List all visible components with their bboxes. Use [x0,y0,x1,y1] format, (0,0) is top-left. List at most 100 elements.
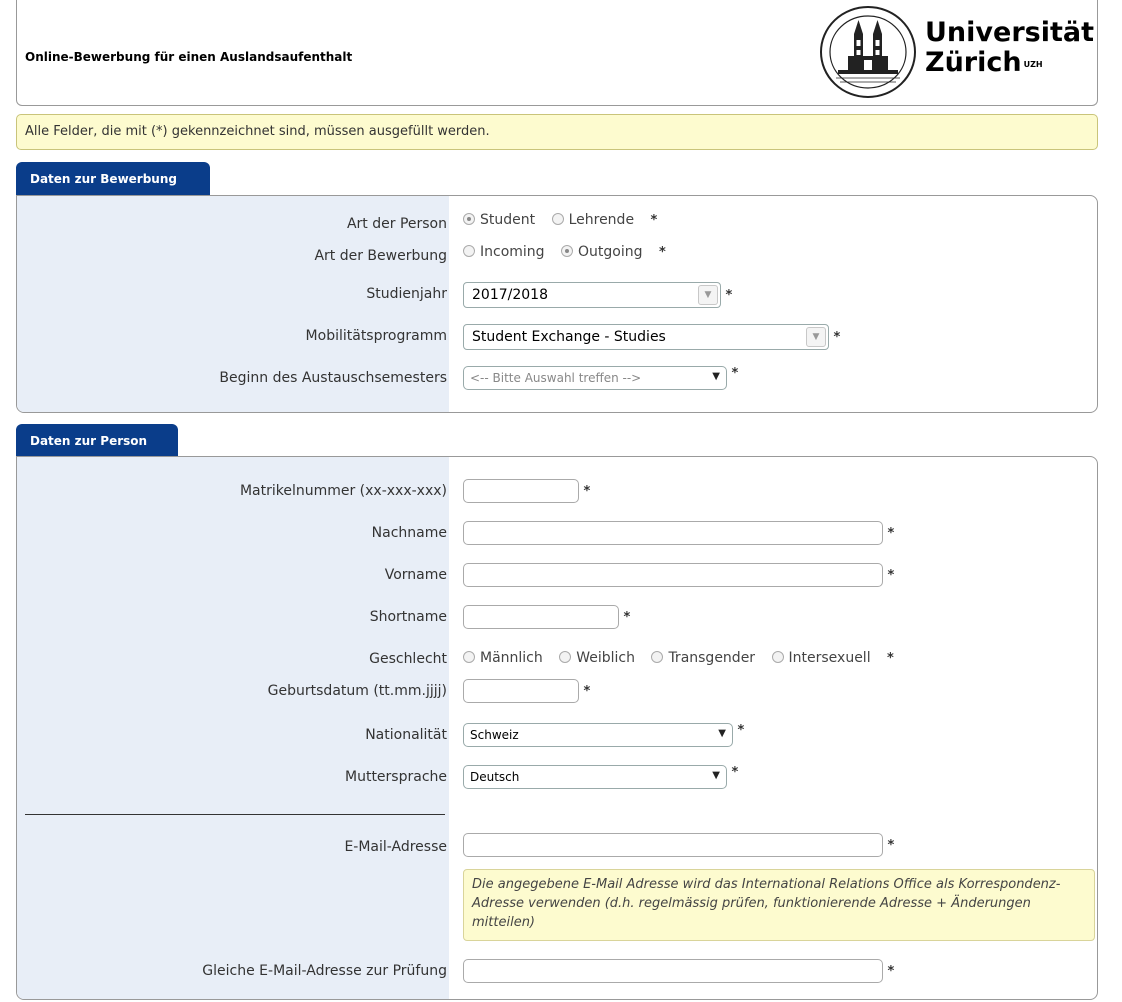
radio-group-art-person: Student Lehrende * [463,212,657,238]
mobilitaetsprogramm-value: Student Exchange - Studies [472,329,666,345]
radio-icon[interactable] [463,245,475,257]
page-title: Online-Bewerbung für einen Auslandsaufen… [25,50,353,64]
required-marker: * [650,213,658,228]
row-muttersprache: Muttersprache Deutsch ▼ * [17,765,1097,791]
panel-bewerbung: Art der Person Student Lehrende * Art de… [16,195,1098,413]
chevron-down-icon[interactable]: ▼ [712,770,720,781]
muttersprache-select[interactable]: Deutsch ▼ [463,765,727,789]
label-geburtsdatum: Geburtsdatum (tt.mm.jjjj) [267,683,447,699]
row-art-bewerbung: Art der Bewerbung Incoming Outgoing * [17,244,1097,270]
radio-icon[interactable] [651,651,664,663]
label-matrikel: Matrikelnummer (xx-xxx-xxx) [239,483,447,499]
radio-icon[interactable] [551,213,564,225]
label-email-confirm: Gleiche E-Mail-Adresse zur Prüfung [202,963,447,979]
nationalitaet-select[interactable]: Schweiz ▼ [463,723,733,747]
label-studienjahr: Studienjahr [366,286,447,302]
radio-icon[interactable] [463,651,475,663]
radio-outgoing-label: Outgoing [578,244,643,260]
field-shortname: * [463,605,630,631]
required-marker: * [887,838,895,853]
field-studienjahr: 2017/2018 ▼ * [463,282,732,308]
radio-student[interactable]: Student [463,212,535,228]
label-vorname: Vorname [384,567,447,583]
label-nachname: Nachname [371,525,447,541]
shortname-input[interactable] [463,605,619,629]
row-email: E-Mail-Adresse * [17,833,1097,859]
row-shortname: Shortname * [17,605,1097,631]
required-marker: * [887,964,895,979]
row-nachname: Nachname * [17,521,1097,547]
field-nationalitaet: Schweiz ▼ * [463,723,744,749]
required-marker: * [887,651,894,666]
field-mobilitaetsprogramm: Student Exchange - Studies ▼ * [463,324,840,350]
required-marker: * [731,366,739,381]
required-marker: * [583,684,591,699]
row-nationalitaet: Nationalität Schweiz ▼ * [17,723,1097,749]
label-email: E-Mail-Adresse [344,839,447,855]
radio-transgender[interactable]: Transgender [651,650,755,666]
radio-icon[interactable] [463,213,475,225]
chevron-down-icon[interactable]: ▼ [698,285,718,305]
label-shortname: Shortname [369,609,447,625]
label-beginn: Beginn des Austauschsemesters [219,370,447,386]
row-beginn: Beginn des Austauschsemesters <-- Bitte … [17,366,1097,392]
required-marker: * [887,568,895,583]
beginn-placeholder: <-- Bitte Auswahl treffen --> [470,371,642,385]
chevron-down-icon[interactable]: ▼ [718,728,726,739]
label-art-person: Art der Person [346,216,447,232]
label-muttersprache: Muttersprache [345,769,447,785]
radio-maennlich[interactable]: Männlich [463,650,543,666]
radio-icon[interactable] [559,651,572,663]
university-seal-icon [820,6,916,98]
muttersprache-value: Deutsch [470,770,520,784]
field-beginn: <-- Bitte Auswahl treffen --> ▼ * [463,366,738,392]
field-nachname: * [463,521,894,547]
label-mobilitaetsprogramm: Mobilitätsprogramm [305,328,447,344]
logo-sup: UZH [1023,60,1043,69]
geburtsdatum-input[interactable] [463,679,579,703]
email-input[interactable] [463,833,883,857]
required-marker: * [731,765,739,780]
radio-incoming-label: Incoming [480,244,545,260]
radio-icon[interactable] [561,245,574,257]
chevron-down-icon[interactable]: ▼ [712,371,720,382]
field-email-confirm: * [463,959,894,985]
chevron-down-icon[interactable]: ▼ [806,327,826,347]
email-confirm-input[interactable] [463,959,883,983]
tab-daten-zur-person: Daten zur Person [16,424,178,458]
logo-line2: Zürich UZH [925,48,1094,78]
row-matrikel: Matrikelnummer (xx-xxx-xxx) * [17,479,1097,505]
field-email: * [463,833,894,859]
mobilitaetsprogramm-select[interactable]: Student Exchange - Studies ▼ [463,324,829,350]
field-vorname: * [463,563,894,589]
label-art-bewerbung: Art der Bewerbung [314,248,447,264]
vorname-input[interactable] [463,563,883,587]
required-marker: * [623,610,631,625]
radio-incoming[interactable]: Incoming [463,244,545,260]
row-geschlecht: Geschlecht Männlich Weiblich Transgender… [17,647,1097,673]
nachname-input[interactable] [463,521,883,545]
required-fields-notice: Alle Felder, die mit (*) gekennzeichnet … [16,114,1098,150]
row-mobilitaetsprogramm: Mobilitätsprogramm Student Exchange - St… [17,324,1097,350]
radio-icon[interactable] [771,651,784,663]
radio-outgoing[interactable]: Outgoing [561,244,643,260]
nationalitaet-value: Schweiz [470,728,519,742]
required-marker: * [887,526,895,541]
required-marker: * [725,288,733,303]
radio-lehrende[interactable]: Lehrende [551,212,635,228]
field-muttersprache: Deutsch ▼ * [463,765,738,791]
radio-weiblich[interactable]: Weiblich [559,650,635,666]
page-header: Online-Bewerbung für einen Auslandsaufen… [16,0,1098,106]
field-matrikel: * [463,479,590,505]
matrikel-input[interactable] [463,479,579,503]
radio-lehrende-label: Lehrende [568,212,635,228]
studienjahr-select[interactable]: 2017/2018 ▼ [463,282,721,308]
radio-intersexuell[interactable]: Intersexuell [771,650,871,666]
row-email-confirm: Gleiche E-Mail-Adresse zur Prüfung * [17,959,1097,985]
beginn-select[interactable]: <-- Bitte Auswahl treffen --> ▼ [463,366,727,390]
radio-group-geschlecht: Männlich Weiblich Transgender Intersexue… [463,650,894,676]
radio-student-label: Student [480,212,536,228]
required-marker: * [583,484,591,499]
panel-person: Matrikelnummer (xx-xxx-xxx) * Nachname *… [16,456,1098,1000]
row-art-person: Art der Person Student Lehrende * [17,212,1097,238]
